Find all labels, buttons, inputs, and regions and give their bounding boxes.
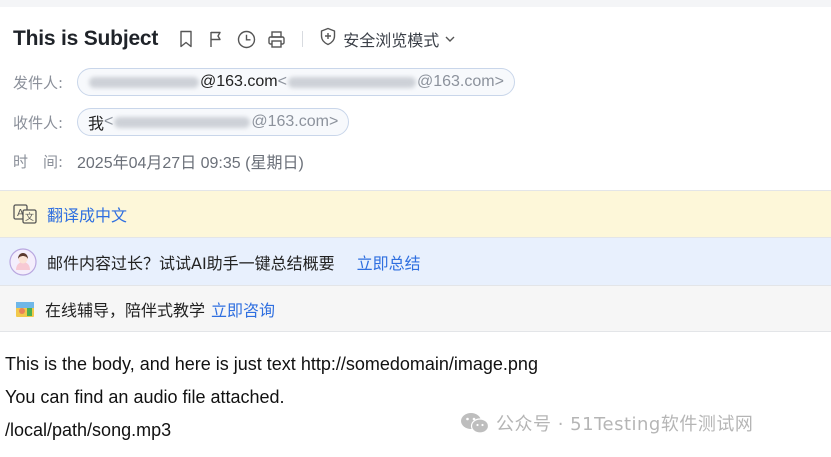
safe-browsing-dropdown[interactable]: 安全浏览模式 <box>319 27 455 51</box>
header-toolbar: 安全浏览模式 <box>176 27 455 51</box>
recipient-row: 收件人: 我 < @163.com> <box>13 107 350 137</box>
sender-chip[interactable]: @163.com < @163.com> <box>77 68 515 96</box>
translate-link[interactable]: 翻译成中文 <box>47 202 127 226</box>
redacted-email <box>287 76 416 88</box>
time-label: 时 间: <box>13 152 64 171</box>
recipient-angle-open: < <box>104 113 114 130</box>
svg-text:文: 文 <box>25 211 34 223</box>
toolbar-divider <box>302 31 304 47</box>
ai-summary-link[interactable]: 立即总结 <box>357 250 421 274</box>
safe-browsing-label: 安全浏览模式 <box>343 31 440 50</box>
recipient-angle-address: @163.com> <box>251 113 339 130</box>
recipient-name: 我 <box>88 116 105 133</box>
sender-label: 发件人: <box>13 73 64 92</box>
bookmark-icon[interactable] <box>176 29 196 49</box>
tutoring-icon <box>15 299 35 319</box>
flag-icon[interactable] <box>206 29 226 49</box>
watermark-text: 公众号 · 51Testing软件测试网 <box>496 414 754 435</box>
ai-summary-text: 邮件内容过长？试试AI助手一键总结概要 <box>47 253 335 273</box>
tutoring-text: 在线辅导，陪伴式教学 <box>45 300 206 320</box>
redacted-email <box>114 116 251 128</box>
sender-address: @163.com <box>200 73 278 90</box>
ai-summary-banner: 邮件内容过长？试试AI助手一键总结概要 立即总结 <box>0 237 831 285</box>
body-line: /local/path/song.mp3 <box>5 420 172 440</box>
sender-angle-address: @163.com> <box>416 73 504 90</box>
body-line: You can find an audio file attached. <box>5 387 285 407</box>
body-line: This is the body, and here is just text … <box>5 354 538 374</box>
clock-icon[interactable] <box>236 29 256 49</box>
translate-banner: A 文 翻译成中文 <box>0 190 831 237</box>
sender-row: 发件人: @163.com < @163.com> <box>13 67 515 97</box>
tutoring-banner: 在线辅导，陪伴式教学 立即咨询 <box>0 285 831 332</box>
time-row: 时 间: 2025年04月27日 09:35 (星期日) <box>13 146 304 176</box>
translate-icon: A 文 <box>13 204 37 224</box>
time-value: 2025年04月27日 09:35 (星期日) <box>77 155 304 172</box>
recipient-chip[interactable]: 我 < @163.com> <box>77 108 350 136</box>
subject-row: This is Subject 安全浏览模式 <box>13 23 455 55</box>
redacted-name <box>89 76 199 88</box>
recipient-label: 收件人: <box>13 113 64 132</box>
tutoring-link[interactable]: 立即咨询 <box>211 297 275 321</box>
print-icon[interactable] <box>266 29 286 49</box>
top-strip <box>0 0 831 7</box>
watermark: 公众号 · 51Testing软件测试网 <box>460 410 753 436</box>
wechat-icon <box>460 411 490 435</box>
chevron-down-icon <box>445 30 455 48</box>
email-subject: This is Subject <box>13 27 159 50</box>
sender-angle-open: < <box>277 73 287 90</box>
shield-icon <box>319 27 337 51</box>
ai-assistant-avatar <box>9 247 37 276</box>
